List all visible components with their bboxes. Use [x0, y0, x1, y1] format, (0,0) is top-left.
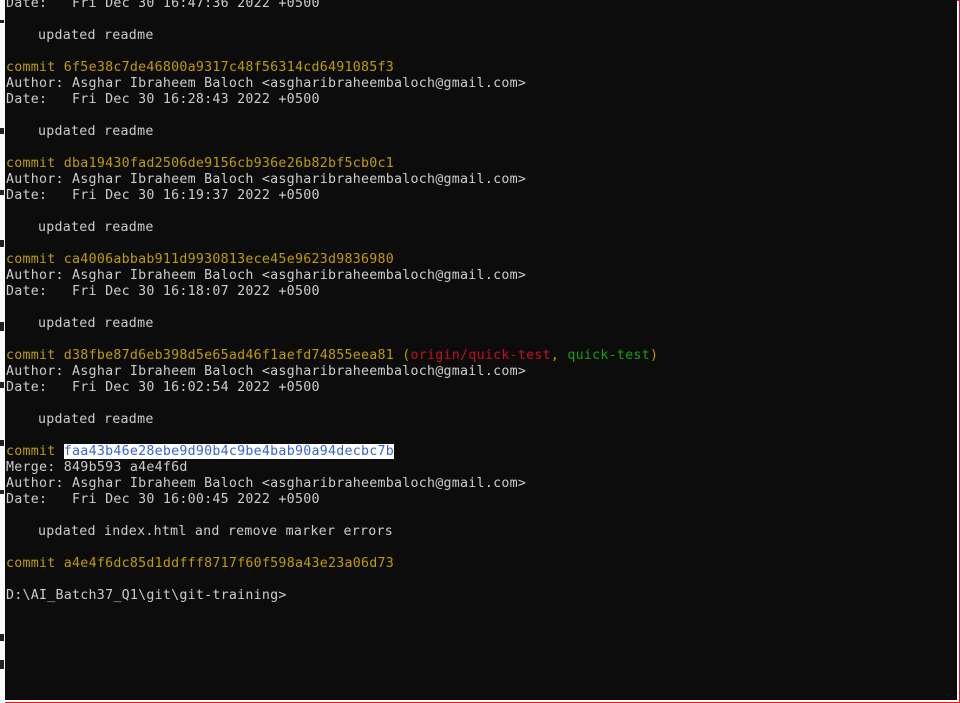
ref-paren-close: ) — [649, 348, 659, 363]
commit-message-text: updated readme — [38, 220, 154, 235]
commit-keyword: commit — [6, 348, 64, 363]
command-prompt: D:\AI_Batch37_Q1\git\git-training> — [6, 588, 658, 604]
commit-line: commit d38fbe87d6eb398d5e65ad46f1aefd748… — [6, 348, 658, 364]
commit-message: updated readme — [6, 412, 658, 428]
merge-label: Merge: — [6, 460, 64, 475]
author-label: Author: — [6, 268, 73, 283]
author-value: Asghar Ibraheem Baloch <asgharibraheemba… — [72, 172, 527, 187]
author-line: Author: Asghar Ibraheem Baloch <asgharib… — [6, 76, 658, 92]
date-label: Date: — [6, 380, 73, 395]
author-line: Author: Asghar Ibraheem Baloch <asgharib… — [6, 172, 658, 188]
commit-line: commit 6f5e38c7de46800a9317c48f56314cd64… — [6, 60, 658, 76]
date-value: Fri Dec 30 16:19:37 2022 +0500 — [72, 188, 320, 203]
commit-keyword: commit — [6, 156, 64, 171]
commit-hash: dba19430fad2506de9156cb936e26b82bf5cb0c1 — [63, 156, 395, 171]
date-label: Date: — [6, 492, 73, 507]
author-line: Author: Asghar Ibraheem Baloch <asgharib… — [6, 268, 658, 284]
date-line: Date: Fri Dec 30 16:47:36 2022 +0500 — [6, 0, 658, 12]
commit-message: updated readme — [6, 124, 658, 140]
ref-paren-open: ( — [394, 348, 411, 363]
commit-line: commit a4e4f6dc85d1ddfff8717f60f598a43e2… — [6, 556, 658, 572]
date-label: Date: — [6, 0, 73, 11]
commit-hash: 6f5e38c7de46800a9317c48f56314cd6491085f3 — [63, 60, 395, 75]
author-value: Asghar Ibraheem Baloch <asgharibraheemba… — [72, 76, 527, 91]
date-line: Date: Fri Dec 30 16:28:43 2022 +0500 — [6, 92, 658, 108]
author-label: Author: — [6, 172, 73, 187]
commit-keyword: commit — [6, 60, 64, 75]
terminal-window[interactable]: Date: Fri Dec 30 16:47:36 2022 +0500 upd… — [5, 0, 957, 700]
date-value: Fri Dec 30 16:02:54 2022 +0500 — [72, 380, 320, 395]
commit-hash: ca4006abbab911d9930813ece45e9623d9836980 — [63, 252, 395, 267]
date-value: Fri Dec 30 16:28:43 2022 +0500 — [72, 92, 320, 107]
date-line: Date: Fri Dec 30 16:02:54 2022 +0500 — [6, 380, 658, 396]
author-label: Author: — [6, 476, 73, 491]
author-line: Author: Asghar Ibraheem Baloch <asgharib… — [6, 364, 658, 380]
date-label: Date: — [6, 188, 73, 203]
date-value: Fri Dec 30 16:00:45 2022 +0500 — [72, 492, 320, 507]
commit-message-text: updated index.html and remove marker err… — [38, 524, 393, 539]
author-value: Asghar Ibraheem Baloch <asgharibraheemba… — [72, 364, 527, 379]
git-log-output: Date: Fri Dec 30 16:47:36 2022 +0500 upd… — [6, 0, 658, 604]
prompt-path[interactable]: D:\AI_Batch37_Q1\git\git-training> — [6, 588, 287, 603]
commit-line: commit ca4006abbab911d9930813ece45e9623d… — [6, 252, 658, 268]
commit-hash: a4e4f6dc85d1ddfff8717f60f598a43e23a06d73 — [63, 556, 395, 571]
remote-branch-ref: origin/quick-test — [410, 348, 551, 363]
date-value: Fri Dec 30 16:18:07 2022 +0500 — [72, 284, 320, 299]
date-label: Date: — [6, 284, 73, 299]
author-line: Author: Asghar Ibraheem Baloch <asgharib… — [6, 476, 658, 492]
commit-keyword: commit — [6, 556, 64, 571]
commit-hash: d38fbe87d6eb398d5e65ad46f1aefd74855eea81 — [63, 348, 395, 363]
ref-separator: , — [550, 348, 568, 363]
author-value: Asghar Ibraheem Baloch <asgharibraheemba… — [72, 268, 527, 283]
terminal-scrollbar[interactable] — [954, 0, 957, 700]
author-label: Author: — [6, 364, 73, 379]
author-value: Asghar Ibraheem Baloch <asgharibraheemba… — [72, 476, 527, 491]
author-label: Author: — [6, 76, 73, 91]
commit-keyword: commit — [6, 444, 64, 459]
merge-parents: 849b593 a4e4f6d — [63, 460, 188, 475]
commit-message: updated readme — [6, 220, 658, 236]
date-line: Date: Fri Dec 30 16:18:07 2022 +0500 — [6, 284, 658, 300]
date-label: Date: — [6, 92, 73, 107]
commit-message-text: updated readme — [38, 28, 154, 43]
merge-line: Merge: 849b593 a4e4f6d — [6, 460, 658, 476]
commit-message: updated readme — [6, 316, 658, 332]
date-line: Date: Fri Dec 30 16:19:37 2022 +0500 — [6, 188, 658, 204]
commit-line: commit dba19430fad2506de9156cb936e26b82b… — [6, 156, 658, 172]
local-branch-ref: quick-test — [567, 348, 650, 363]
commit-message-text: updated readme — [38, 412, 154, 427]
commit-line: commit faa43b46e28ebe9d90b4c9be4bab90a94… — [6, 444, 658, 460]
date-value: Fri Dec 30 16:47:36 2022 +0500 — [72, 0, 320, 11]
date-line: Date: Fri Dec 30 16:00:45 2022 +0500 — [6, 492, 658, 508]
selected-commit-hash[interactable]: faa43b46e28ebe9d90b4c9be4bab90a94decbc7b — [63, 444, 395, 459]
commit-message: updated readme — [6, 28, 658, 44]
commit-message-text: updated readme — [38, 316, 154, 331]
commit-message: updated index.html and remove marker err… — [6, 524, 658, 540]
commit-message-text: updated readme — [38, 124, 154, 139]
commit-keyword: commit — [6, 252, 64, 267]
